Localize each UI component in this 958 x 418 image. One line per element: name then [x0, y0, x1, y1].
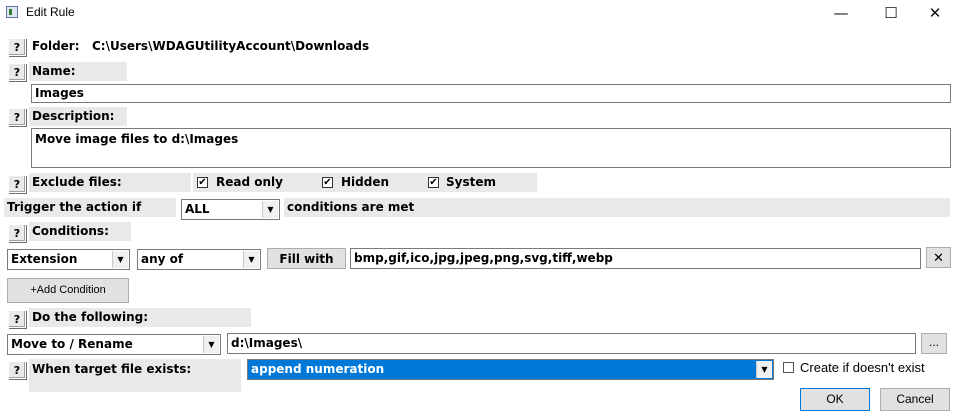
description-input[interactable]: Move image files to d:\Images — [31, 128, 951, 168]
exists-select-value: append numeration — [251, 362, 385, 376]
description-help-button[interactable]: ? — [8, 108, 26, 126]
chevron-down-icon: ▼ — [203, 336, 219, 353]
system-label: System — [446, 175, 496, 189]
condition-operator-value: any of — [141, 252, 184, 266]
ok-button[interactable]: OK — [800, 388, 870, 411]
action-select-value: Move to / Rename — [11, 337, 133, 351]
exists-help-button[interactable]: ? — [8, 361, 26, 379]
create-if-missing-checkbox[interactable] — [783, 362, 794, 373]
exclude-label: Exclude files: — [29, 173, 191, 192]
chevron-down-icon: ▼ — [262, 201, 278, 218]
maximize-icon: ☐ — [884, 4, 898, 22]
conditions-label: Conditions: — [29, 222, 131, 241]
chevron-down-icon: ▼ — [756, 361, 772, 378]
conditions-help-button[interactable]: ? — [8, 224, 26, 242]
action-help-button[interactable]: ? — [8, 310, 26, 328]
name-input[interactable]: Images — [31, 84, 951, 103]
system-checkbox[interactable]: ✔ — [428, 177, 439, 188]
folder-path: C:\Users\WDAGUtilityAccount\Downloads — [92, 39, 370, 53]
condition-operator-select[interactable]: any of ▼ — [137, 249, 261, 270]
description-label: Description: — [29, 107, 127, 126]
minimize-icon: — — [833, 4, 849, 22]
action-label: Do the following: — [29, 308, 251, 327]
hidden-checkbox[interactable]: ✔ — [322, 177, 333, 188]
trigger-suffix-label: conditions are met — [284, 198, 950, 217]
name-label: Name: — [29, 62, 127, 81]
remove-condition-button[interactable]: ✕ — [926, 247, 951, 268]
exists-select[interactable]: append numeration ▼ — [247, 359, 774, 380]
readonly-checkbox[interactable]: ✔ — [197, 177, 208, 188]
condition-field-value: Extension — [11, 252, 78, 266]
folder-label: Folder: — [32, 39, 80, 53]
create-if-missing-label: Create if doesn't exist — [800, 360, 925, 375]
close-icon: ✕ — [928, 4, 942, 22]
chevron-down-icon: ▼ — [243, 251, 259, 268]
close-icon: ✕ — [933, 250, 944, 265]
hidden-label: Hidden — [341, 175, 390, 189]
trigger-prefix-label: Trigger the action if — [4, 198, 176, 217]
readonly-label: Read only — [216, 175, 283, 189]
action-select[interactable]: Move to / Rename ▼ — [7, 334, 221, 355]
minimize-button[interactable]: — — [818, 0, 864, 26]
folder-help-button[interactable]: ? — [8, 38, 26, 56]
close-button[interactable]: ✕ — [912, 0, 958, 26]
add-condition-button[interactable]: +Add Condition — [7, 278, 129, 303]
target-path-input[interactable]: d:\Images\ — [227, 333, 916, 354]
maximize-button[interactable]: ☐ — [868, 0, 914, 26]
trigger-select-value: ALL — [185, 202, 210, 216]
fill-with-button[interactable]: Fill with — [267, 248, 346, 269]
condition-field-select[interactable]: Extension ▼ — [7, 249, 130, 270]
window-title: Edit Rule — [26, 5, 75, 19]
exclude-help-button[interactable]: ? — [8, 175, 26, 193]
name-help-button[interactable]: ? — [8, 63, 26, 81]
title-bar — [0, 0, 958, 26]
chevron-down-icon: ▼ — [112, 251, 128, 268]
condition-value-input[interactable]: bmp,gif,ico,jpg,jpeg,png,svg,tiff,webp — [350, 248, 921, 269]
browse-button[interactable]: ... — [921, 333, 947, 354]
exists-label: When target file exists: — [29, 359, 241, 392]
trigger-select[interactable]: ALL ▼ — [181, 199, 280, 220]
app-icon — [6, 6, 18, 18]
cancel-button[interactable]: Cancel — [880, 388, 950, 411]
